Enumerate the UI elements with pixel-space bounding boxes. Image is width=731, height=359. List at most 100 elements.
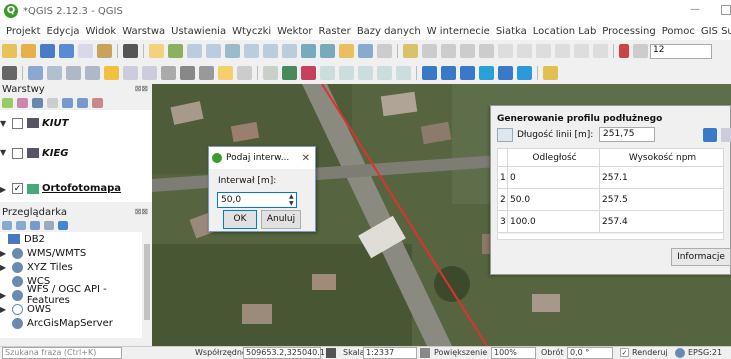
remove-layer-icon[interactable] [92, 98, 103, 108]
zoom-native-icon[interactable] [282, 44, 297, 58]
advanced-edit-5-icon[interactable] [396, 66, 411, 80]
layer-digitize-icon[interactable] [282, 66, 297, 80]
deselect-icon[interactable] [85, 66, 100, 80]
save-as-icon[interactable] [59, 44, 74, 58]
open-project-icon[interactable] [21, 44, 36, 58]
ok-button[interactable]: OK [223, 210, 257, 229]
menu-edycja[interactable]: Edycja [47, 26, 80, 37]
expand-arrow-icon[interactable]: ▼ [0, 148, 12, 157]
zoom-last-icon[interactable] [301, 44, 316, 58]
maximize-button[interactable] [721, 5, 731, 15]
snapping-icon[interactable] [263, 66, 278, 80]
browser-hscrollbar[interactable] [0, 338, 152, 346]
table-row[interactable]: 3 100.0 257.4 [497, 210, 724, 233]
zoom-selection-icon[interactable] [244, 44, 259, 58]
menu-widok[interactable]: Widok [86, 26, 117, 37]
new-project-icon[interactable] [2, 44, 17, 58]
plugin-save-icon[interactable] [479, 66, 494, 80]
refresh-browser-icon[interactable] [16, 221, 26, 230]
menu-wektor[interactable]: Wektor [277, 26, 312, 37]
zoom-next-icon[interactable] [320, 44, 335, 58]
locator-search-input[interactable]: Szukana fraza (Ctrl+K) [2, 347, 122, 359]
table-row[interactable]: 1 0 257.1 [497, 166, 724, 189]
map-tips-icon[interactable] [218, 66, 233, 80]
menu-pomoc[interactable]: Pomoc [662, 26, 695, 37]
edit-pencil-icon[interactable] [403, 44, 418, 58]
panel-close-icon[interactable]: ⊠⊠ [135, 84, 148, 93]
filter-menu-icon[interactable] [47, 98, 58, 108]
zoom-in-icon[interactable] [187, 44, 202, 58]
vertex-tool-icon[interactable] [479, 44, 494, 58]
visibility-icon[interactable] [17, 98, 28, 108]
plugin-grid-icon[interactable] [422, 66, 437, 80]
measure-icon[interactable] [47, 66, 62, 80]
more-tools-icon[interactable] [377, 44, 392, 58]
label-tool-icon[interactable] [633, 44, 648, 58]
zoom-out-icon[interactable] [206, 44, 221, 58]
plugin-tool-icon[interactable] [543, 66, 558, 80]
dialog-close-button[interactable]: ✕ [302, 153, 310, 164]
digitize-icon[interactable] [460, 44, 475, 58]
spinbox-arrows-icon[interactable]: ▲ ▼ [289, 193, 296, 207]
plugin-map-icon[interactable] [498, 66, 513, 80]
menu-gis-support[interactable]: GIS Support [701, 26, 731, 37]
redo-icon[interactable] [593, 44, 608, 58]
add-group-icon[interactable] [2, 98, 13, 108]
render-checkbox[interactable]: ✓ [620, 348, 629, 357]
rotation-field[interactable]: 0,0 ° [567, 347, 613, 359]
advanced-edit-4-icon[interactable] [377, 66, 392, 80]
save-edits-icon[interactable] [441, 44, 456, 58]
interval-input[interactable]: 50,0 [217, 192, 297, 208]
menu-warstwa[interactable]: Warstwa [122, 26, 165, 37]
bookmark-icon[interactable] [339, 44, 354, 58]
menu-wtyczki[interactable]: Wtyczki [232, 26, 271, 37]
menu-processing[interactable]: Processing [602, 26, 655, 37]
menu-siatka[interactable]: Siatka [496, 26, 527, 37]
column-header-distance[interactable]: Odległość [507, 148, 600, 167]
sum-icon[interactable] [180, 66, 195, 80]
advanced-edit-2-icon[interactable] [339, 66, 354, 80]
browser-item-xyz[interactable]: ▶ XYZ Tiles [0, 260, 152, 274]
paste-icon[interactable] [555, 44, 570, 58]
refresh-icon[interactable] [358, 44, 373, 58]
cancel-button[interactable]: Anuluj [261, 210, 301, 229]
collapse-browser-icon[interactable] [44, 221, 54, 230]
draw-line-icon[interactable] [497, 128, 513, 142]
collapse-all-icon[interactable] [77, 98, 88, 108]
layer-item-kieg[interactable]: ▼ KIEG [0, 136, 152, 170]
processing-gear-icon[interactable] [161, 66, 176, 80]
zoom-full-icon[interactable] [225, 44, 240, 58]
zoom-layer-icon[interactable] [263, 44, 278, 58]
identify-icon[interactable] [28, 66, 43, 80]
delete-icon[interactable] [498, 44, 513, 58]
save-project-icon[interactable] [40, 44, 55, 58]
browser-item-wms[interactable]: ▶ WMS/WMTS [0, 246, 152, 260]
length-field[interactable]: 251,75 [599, 127, 655, 142]
minimize-button[interactable]: — [690, 4, 700, 15]
scale-input[interactable]: 12 [650, 43, 712, 59]
expand-all-icon[interactable] [62, 98, 73, 108]
zoom-field[interactable]: 100% [491, 347, 536, 359]
toggle-extents-icon[interactable] [326, 348, 336, 358]
pan-to-selection-icon[interactable] [168, 44, 183, 58]
filter-browser-icon[interactable] [30, 221, 40, 230]
menu-raster[interactable]: Raster [319, 26, 351, 37]
layer-checkbox[interactable] [12, 148, 23, 159]
collapse-arrow-icon[interactable]: ▶ [0, 185, 12, 194]
browser-item-arcgis[interactable]: ArcGisMapServer [0, 316, 152, 330]
browser-item-db2[interactable]: DB2 [0, 232, 152, 246]
lock-scale-icon[interactable] [420, 348, 430, 358]
select-features-icon[interactable] [66, 66, 81, 80]
field-calculator-icon[interactable] [123, 66, 138, 80]
attribute-table-icon[interactable] [104, 66, 119, 80]
measure-line-icon[interactable] [199, 66, 214, 80]
delete-part-icon[interactable] [301, 66, 316, 80]
export-icon[interactable] [703, 128, 717, 142]
layer-checkbox[interactable] [12, 117, 23, 129]
toggle-edit-icon[interactable] [422, 44, 437, 58]
expand-arrow-icon[interactable]: ▼ [0, 119, 12, 128]
pan-map-icon[interactable] [123, 44, 138, 58]
pin-icon[interactable] [2, 66, 17, 80]
undo-icon[interactable] [574, 44, 589, 58]
coordinate-field[interactable]: 509653.2,325040.1 [243, 347, 325, 359]
